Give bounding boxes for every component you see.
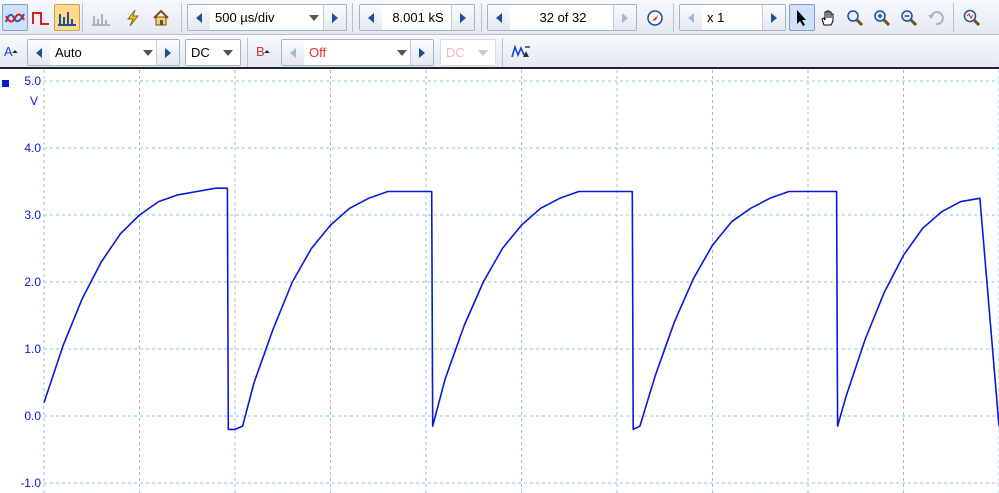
zoom-tool-icon[interactable] <box>842 4 868 31</box>
arrow-right-icon <box>771 12 777 23</box>
grid <box>43 70 999 493</box>
arrow-right-icon <box>165 47 171 58</box>
y-unit-label: V <box>30 94 38 108</box>
samples-value: 8.001 kS <box>392 10 444 25</box>
arrow-left-icon <box>688 12 694 23</box>
arrow-left-icon <box>368 12 374 23</box>
channel-a-coupling-select[interactable]: DC <box>185 39 241 66</box>
y-tick-label: 3.0 <box>24 208 41 222</box>
chevron-down-icon <box>143 50 153 56</box>
chevron-down-icon <box>223 50 233 56</box>
main-toolbar: 500 µs/div 8.001 kS 32 of 32 x 1 <box>0 0 999 35</box>
disabled-spectrum-icon <box>88 4 114 31</box>
oscilloscope-view[interactable]: V 5.0 4.0 3.0 2.0 1.0 0.0 -1.0 <box>0 70 999 493</box>
spectrum-mode-icon[interactable] <box>54 4 80 31</box>
channel-b-range-select[interactable]: Off <box>304 40 414 65</box>
timebase-value: 500 µs/div <box>215 10 275 25</box>
channel-a-range-control: Auto <box>27 39 180 66</box>
channel-b-coupling-value: DC <box>446 45 465 60</box>
zoom-in-step-button[interactable] <box>762 5 785 30</box>
channel-b-range-decrease-button[interactable] <box>282 40 305 65</box>
channel-a-coupling-field: DC <box>186 40 240 65</box>
channel-a-range-decrease-button[interactable] <box>28 40 51 65</box>
channel-b-name: B <box>256 44 265 59</box>
arrow-right-icon <box>460 12 466 23</box>
channel-b-coupling-select: DC <box>440 39 496 66</box>
y-tick-label: 4.0 <box>24 141 41 155</box>
pointer-tool-icon[interactable] <box>789 4 815 31</box>
arrow-left-icon <box>196 12 202 23</box>
samples-control: 8.001 kS <box>359 4 475 31</box>
zoom-in-icon[interactable] <box>869 4 895 31</box>
next-waveform-button[interactable] <box>613 5 636 30</box>
chevron-down-icon <box>478 50 488 56</box>
channel-b-range-value: Off <box>309 45 327 60</box>
waveform-buffer-control: 32 of 32 <box>487 4 637 31</box>
y-tick-label: -1.0 <box>20 476 41 490</box>
scope-mode-icon[interactable] <box>2 4 28 31</box>
channel-toolbar: A Auto DC B Off DC <box>0 35 999 69</box>
channel-b-coupling-field: DC <box>441 40 495 65</box>
channel-a-label[interactable]: A <box>4 44 18 59</box>
zoom-control: x 1 <box>679 4 786 31</box>
channel-a-coupling-value: DC <box>191 45 210 60</box>
chevron-down-icon <box>309 15 319 21</box>
zoom-out-step-button[interactable] <box>680 5 703 30</box>
channel-a-range-increase-button[interactable] <box>156 40 179 65</box>
waveform-index-field[interactable]: 32 of 32 <box>510 5 616 30</box>
waveform-channel-a <box>43 187 999 431</box>
channel-a-range-select[interactable]: Auto <box>50 40 160 65</box>
trigger-icon[interactable] <box>120 4 146 31</box>
timebase-increase-button[interactable] <box>323 5 346 30</box>
arrow-left-icon <box>496 12 502 23</box>
arrow-left-icon <box>36 47 42 58</box>
samples-increase-button[interactable] <box>451 5 474 30</box>
math-channels-icon[interactable] <box>508 38 534 65</box>
home-icon[interactable] <box>148 4 174 31</box>
zoom-overview-icon[interactable] <box>959 4 985 31</box>
zoom-factor-field[interactable]: x 1 <box>702 5 765 30</box>
chevron-down-icon <box>397 50 407 56</box>
y-axis: V 5.0 4.0 3.0 2.0 1.0 0.0 -1.0 <box>2 74 41 490</box>
y-tick-label: 5.0 <box>24 74 41 88</box>
zoom-factor-value: x 1 <box>707 10 725 25</box>
samples-field[interactable]: 8.001 kS <box>382 5 454 30</box>
channel-b-range-control: Off <box>281 39 434 66</box>
timebase-control: 500 µs/div <box>187 4 347 31</box>
arrow-right-icon <box>332 12 338 23</box>
buffer-navigator-icon[interactable] <box>642 4 668 31</box>
timebase-decrease-button[interactable] <box>188 5 211 30</box>
samples-decrease-button[interactable] <box>360 5 383 30</box>
channel-a-name: A <box>4 44 13 59</box>
hand-tool-icon[interactable] <box>815 4 841 31</box>
channel-a-scale-marker <box>2 80 9 87</box>
arrow-right-icon <box>622 12 628 23</box>
channel-a-options-icon <box>12 50 18 56</box>
persistence-mode-icon[interactable] <box>28 4 54 31</box>
y-tick-label: 1.0 <box>24 342 41 356</box>
channel-a-range-value: Auto <box>55 45 82 60</box>
undo-zoom-icon <box>923 4 949 31</box>
waveform-trace <box>43 187 999 431</box>
y-tick-label: 2.0 <box>24 275 41 289</box>
previous-waveform-button[interactable] <box>488 5 511 30</box>
channel-b-label[interactable]: B <box>256 44 270 59</box>
arrow-left-icon <box>290 47 296 58</box>
zoom-out-icon[interactable] <box>896 4 922 31</box>
y-tick-label: 0.0 <box>24 409 41 423</box>
waveform-index-value: 32 of 32 <box>539 10 587 25</box>
timebase-select[interactable]: 500 µs/div <box>210 5 326 30</box>
arrow-right-icon <box>419 47 425 58</box>
channel-b-range-increase-button[interactable] <box>410 40 433 65</box>
channel-b-options-icon <box>264 50 270 56</box>
